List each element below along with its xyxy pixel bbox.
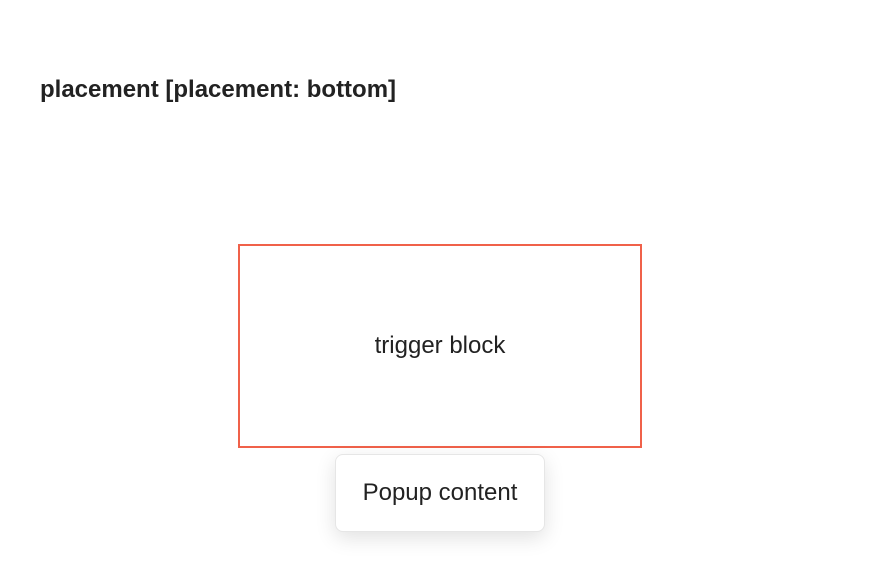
trigger-block[interactable]: trigger block	[238, 244, 642, 448]
page-title: placement [placement: bottom]	[40, 76, 397, 103]
trigger-label: trigger block	[374, 332, 506, 359]
popup: Popup content	[335, 454, 545, 532]
popup-content: Popup content	[362, 479, 518, 506]
